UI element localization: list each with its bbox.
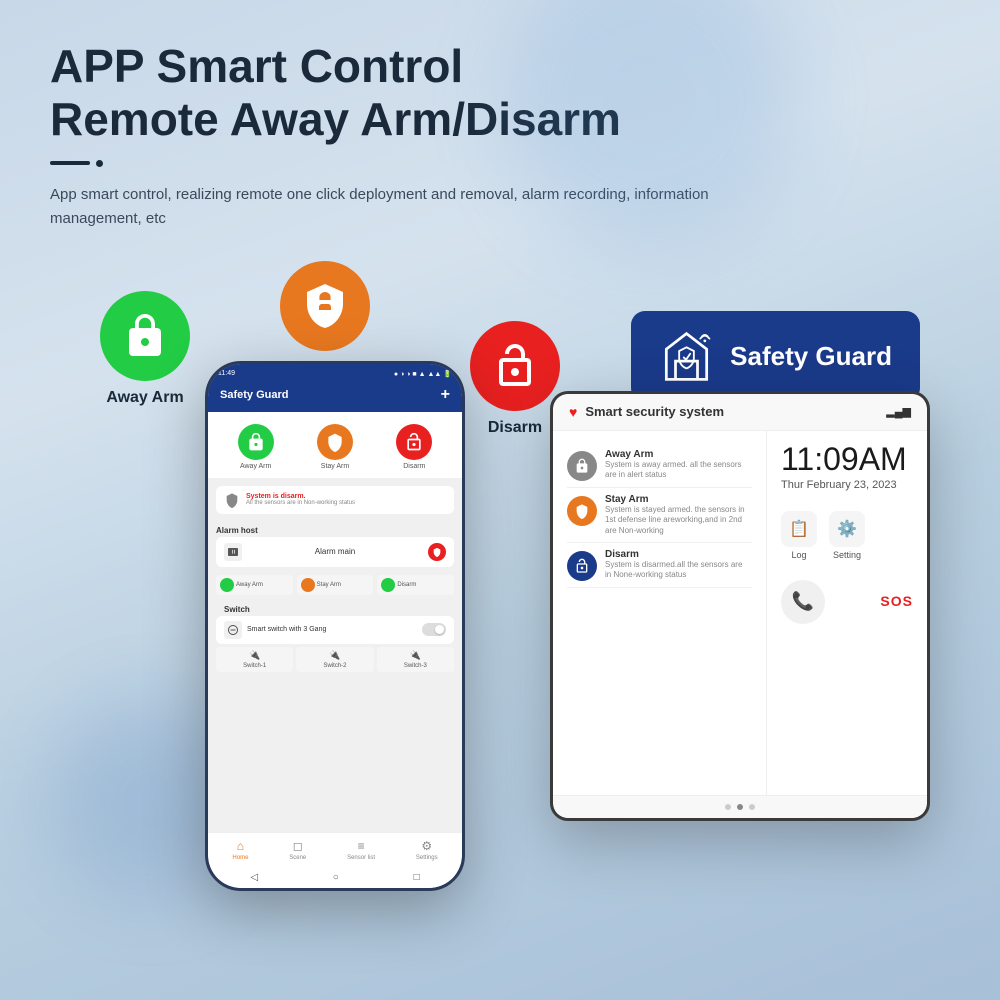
tablet-date: Thur February 23, 2023 (781, 479, 897, 491)
nav-home[interactable]: ⌂ Home (232, 839, 248, 861)
phone-bottom-nav: ⌂ Home ◻ Scene ≡ Sensor list ⚙ Settings (208, 832, 462, 867)
tablet-action-row: 📋 Log ⚙️ Setting (781, 511, 865, 560)
phone-system-status: System is disarm. All the sensors are in… (216, 486, 454, 514)
tablet-content: Away Arm System is away armed. all the s… (553, 431, 927, 795)
phone-disarm-btn[interactable]: Disarm (396, 424, 432, 470)
phone-alarm-main[interactable]: Alarm main (216, 537, 454, 567)
safety-guard-button[interactable]: Safety Guard (631, 311, 920, 402)
tablet-call-btn[interactable]: 📞 (781, 580, 825, 624)
phone-switch-section: Switch Smart switch with 3 Gang (208, 599, 462, 676)
phone-gesture-bar: ◁ ○ □ (208, 867, 462, 888)
switch1[interactable]: 🔌 Switch-1 (216, 647, 293, 672)
decorator-dot (96, 160, 103, 167)
heart-icon: ♥ (569, 404, 577, 420)
phone-mini-stay[interactable]: Stay Arm (297, 575, 374, 595)
decorator-line (50, 161, 90, 165)
tablet-settings-btn[interactable]: ⚙️ Setting (829, 511, 865, 560)
tablet-signal: ▂▄▆ (886, 405, 911, 418)
safety-guard-item[interactable]: Safety Guard (631, 311, 920, 402)
phone-alarm-mini-row: Away Arm Stay Arm Disarm (208, 571, 462, 599)
nav-scene[interactable]: ◻ Scene (289, 839, 306, 861)
tablet-screen: ♥ Smart security system ▂▄▆ Away Arm (553, 394, 927, 818)
tablet-title: Smart security system (585, 404, 724, 419)
phone-status-bar: 11:49 ● ◑ ◑ ■ ▲ ▲▲ 🔋 (208, 364, 462, 380)
stay-arm-icon[interactable] (280, 261, 370, 351)
phone-mini-disarm[interactable]: Disarm (377, 575, 454, 595)
nav-sensor[interactable]: ≡ Sensor list (347, 839, 375, 861)
disarm-icon[interactable] (470, 321, 560, 411)
disarm-item[interactable]: Disarm (470, 321, 560, 437)
phone-mockup: 11:49 ● ◑ ◑ ■ ▲ ▲▲ 🔋 Safety Guard + Away… (205, 361, 465, 891)
away-arm-item[interactable]: Away Arm (100, 291, 190, 407)
switch3[interactable]: 🔌 Switch-3 (377, 647, 454, 672)
switch2[interactable]: 🔌 Switch-2 (296, 647, 373, 672)
away-arm-icon[interactable] (100, 291, 190, 381)
main-container: APP Smart Control Remote Away Arm/Disarm… (0, 0, 1000, 1000)
tablet-right: 11:09AM Thur February 23, 2023 📋 Log ⚙️ … (767, 431, 927, 795)
toggle-switch[interactable] (422, 623, 446, 636)
phone-switch-row[interactable]: Smart switch with 3 Gang (216, 616, 454, 644)
phone-mini-away[interactable]: Away Arm (216, 575, 293, 595)
tablet-time: 11:09AM (781, 443, 907, 475)
switch-icon (224, 621, 242, 639)
tablet-sos-btn[interactable]: SOS (880, 593, 913, 611)
tablet-bottom (553, 795, 927, 818)
tablet-disarm[interactable]: Disarm System is disarmed.all the sensor… (567, 543, 752, 588)
stay-arm-item[interactable]: Stay Arm (280, 261, 370, 377)
safety-guard-label: Safety Guard (730, 341, 892, 372)
tablet-stay-arm[interactable]: Stay Arm System is stayed armed. the sen… (567, 488, 752, 543)
tablet-left: Away Arm System is away armed. all the s… (553, 431, 767, 795)
phone-screen: 11:49 ● ◑ ◑ ■ ▲ ▲▲ 🔋 Safety Guard + Away… (208, 364, 462, 888)
phone-switch-mini: 🔌 Switch-1 🔌 Switch-2 🔌 Switch-3 (216, 647, 454, 672)
title-decorator (50, 160, 950, 167)
tablet-log-btn[interactable]: 📋 Log (781, 511, 817, 560)
away-arm-label: Away Arm (106, 389, 183, 407)
disarm-label: Disarm (488, 419, 542, 437)
phone-app-header: Safety Guard + (208, 380, 462, 412)
phone-arms-row: Away Arm Stay Arm Disarm (208, 412, 462, 478)
phone-away-arm-btn[interactable]: Away Arm (238, 424, 274, 470)
alarm-alert-icon (428, 543, 446, 561)
nav-settings[interactable]: ⚙ Settings (416, 839, 438, 861)
tablet-mockup: ♥ Smart security system ▂▄▆ Away Arm (550, 391, 930, 821)
tablet-header: ♥ Smart security system ▂▄▆ (553, 394, 927, 431)
tablet-away-arm[interactable]: Away Arm System is away armed. all the s… (567, 443, 752, 488)
phone-stay-arm-btn[interactable]: Stay Arm (317, 424, 353, 470)
icons-row: Away Arm Stay Arm Disarm (50, 261, 950, 811)
phone-alarm-section: Alarm host (208, 522, 462, 537)
header-section: APP Smart Control Remote Away Arm/Disarm… (50, 40, 950, 231)
